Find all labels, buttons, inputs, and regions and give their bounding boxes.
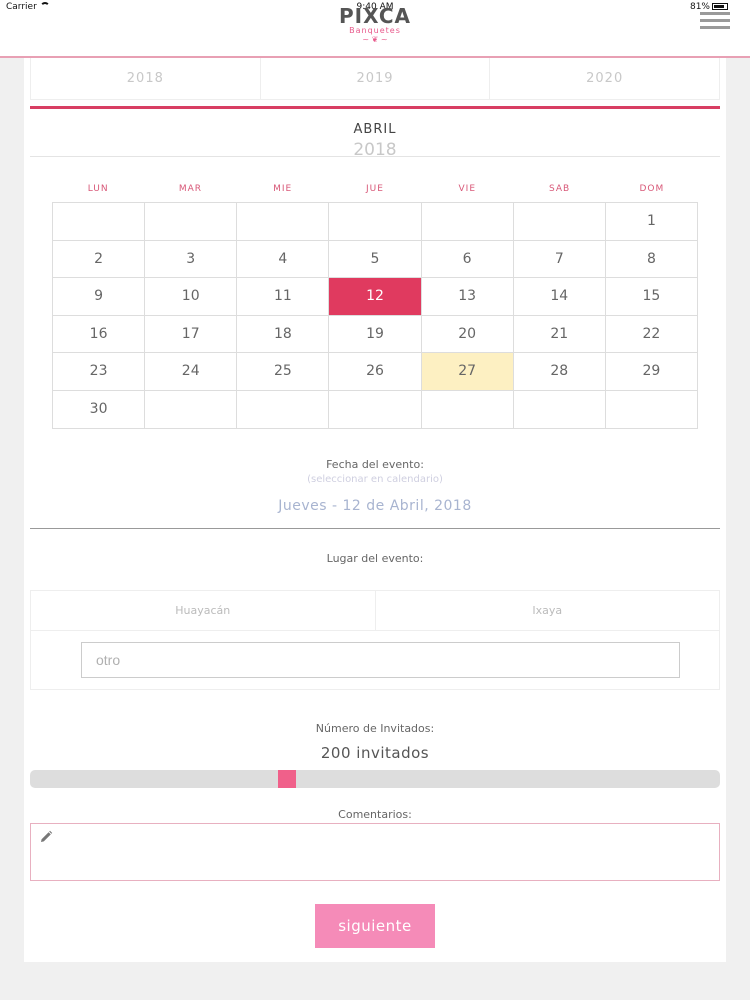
weekday-label: DOM: [639, 184, 665, 194]
year-tab-2020[interactable]: 2020: [490, 58, 719, 99]
event-place-label: Lugar del evento:: [326, 552, 424, 565]
comments-label: Comentarios:: [338, 808, 412, 821]
calendar-day-8[interactable]: 8: [605, 240, 698, 279]
calendar-empty-cell: [145, 203, 238, 241]
weekday-label: SAB: [548, 184, 571, 194]
calendar-day-29[interactable]: 29: [605, 353, 698, 391]
calendar-day-5[interactable]: 5: [329, 240, 422, 279]
calendar-day-4[interactable]: 4: [237, 240, 330, 279]
calendar-month: ABRIL: [353, 122, 397, 137]
year-tab-2018[interactable]: 2018: [31, 58, 261, 99]
calendar-day-17[interactable]: 17: [145, 315, 238, 354]
calendar-day-25[interactable]: 25: [237, 353, 330, 391]
calendar-empty-cell: [329, 390, 422, 429]
year-active-bar: [30, 106, 720, 109]
guests-slider[interactable]: [30, 770, 720, 788]
calendar-day-27[interactable]: 27: [421, 353, 514, 391]
calendar-day-18[interactable]: 18: [237, 315, 330, 354]
calendar-empty-cell: [237, 203, 330, 241]
guests-value: 200 invitados: [320, 744, 430, 762]
calendar-day-10[interactable]: 10: [145, 278, 238, 316]
calendar-empty-cell: [421, 203, 514, 241]
calendar-grid: 1 2 3 4 5 6 7 8 9 10 11 12 13 14 15 16 17 18 19 20 21 22 23 24 2…: [52, 202, 698, 429]
calendar-day-26[interactable]: 26: [329, 353, 422, 391]
calendar-day-16[interactable]: 16: [53, 315, 146, 354]
slider-thumb[interactable]: [278, 770, 297, 788]
calendar-day-19[interactable]: 19: [329, 315, 422, 354]
calendar-day-14[interactable]: 14: [513, 278, 606, 316]
calendar-day-2[interactable]: 2: [53, 240, 146, 279]
logo-text: PIXCA: [339, 4, 411, 28]
calendar-day-21[interactable]: 21: [513, 315, 606, 354]
divider: [30, 156, 720, 157]
calendar-day-3[interactable]: 3: [145, 240, 238, 279]
calendar-empty-cell: [513, 203, 606, 241]
calendar-day-28[interactable]: 28: [513, 353, 606, 391]
logo: PIXCA Banquetes ~ ❦ ~: [0, 6, 750, 44]
calendar-empty-cell: [421, 390, 514, 429]
calendar-day-13[interactable]: 13: [421, 278, 514, 316]
calendar-empty-cell: [605, 390, 698, 429]
weekday-label: VIE: [458, 184, 477, 194]
comments-textarea[interactable]: [30, 823, 720, 881]
calendar-day-20[interactable]: 20: [421, 315, 514, 354]
venue-option-huayacan[interactable]: Huayacán: [31, 591, 376, 630]
weekday-label: MAR: [178, 184, 203, 194]
calendar-empty-cell: [237, 390, 330, 429]
event-date-value: Jueves - 12 de Abril, 2018: [278, 498, 472, 514]
calendar-weekdays: LUN MAR MIE JUE VIE SAB DOM: [52, 184, 698, 194]
guests-label: Número de Invitados:: [315, 722, 435, 735]
calendar-empty-cell: [513, 390, 606, 429]
other-venue-input[interactable]: [81, 642, 680, 678]
pencil-icon: [41, 830, 53, 842]
next-button[interactable]: siguiente: [315, 904, 435, 948]
year-tabs: 2018 2019 2020: [30, 58, 720, 100]
weekday-label: MIE: [273, 184, 293, 194]
calendar-day-22[interactable]: 22: [605, 315, 698, 354]
calendar-day-1[interactable]: 1: [605, 203, 698, 241]
calendar-day-11[interactable]: 11: [237, 278, 330, 316]
calendar-year: 2018: [353, 140, 397, 160]
logo-ornament: ~ ❦ ~: [362, 35, 388, 44]
calendar-empty-cell: [145, 390, 238, 429]
calendar-day-6[interactable]: 6: [421, 240, 514, 279]
event-date-label: Fecha del evento:: [326, 458, 424, 471]
calendar-day-30[interactable]: 30: [53, 390, 146, 429]
event-date-hint: (seleccionar en calendario): [307, 474, 443, 485]
calendar-day-12[interactable]: 12: [329, 278, 422, 316]
calendar-day-23[interactable]: 23: [53, 353, 146, 391]
year-tab-2019[interactable]: 2019: [261, 58, 491, 99]
hamburger-icon[interactable]: [700, 12, 730, 30]
venue-options: Huayacán Ixaya: [30, 590, 720, 690]
weekday-label: JUE: [366, 184, 384, 194]
app-header: Carrier 9:40 AM 81% PIXCA Banquetes ~ ❦ …: [0, 0, 750, 58]
calendar-day-15[interactable]: 15: [605, 278, 698, 316]
calendar-empty-cell: [53, 203, 146, 241]
venue-option-ixaya[interactable]: Ixaya: [376, 591, 720, 630]
divider: [30, 528, 720, 529]
calendar-day-7[interactable]: 7: [513, 240, 606, 279]
calendar-day-9[interactable]: 9: [53, 278, 146, 316]
calendar-day-24[interactable]: 24: [145, 353, 238, 391]
booking-form: 2018 2019 2020 ABRIL 2018 LUN MAR MIE JUE VIE S…: [24, 58, 726, 962]
venue-row: Huayacán Ixaya: [31, 591, 719, 631]
calendar-empty-cell: [329, 203, 422, 241]
weekday-label: LUN: [87, 184, 109, 194]
